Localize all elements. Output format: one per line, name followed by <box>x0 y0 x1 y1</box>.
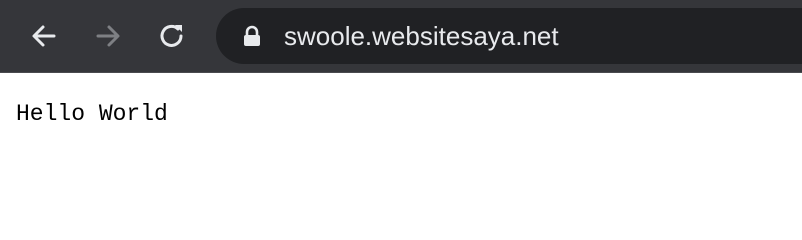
browser-toolbar: swoole.websitesaya.net <box>0 0 802 73</box>
back-arrow-icon <box>32 25 56 47</box>
reload-icon <box>160 24 183 47</box>
address-bar[interactable]: swoole.websitesaya.net <box>216 8 802 64</box>
lock-icon[interactable] <box>242 25 262 47</box>
forward-button[interactable] <box>86 14 130 58</box>
page-body-text: Hello World <box>16 101 168 127</box>
forward-arrow-icon <box>96 25 120 47</box>
reload-button[interactable] <box>150 14 194 58</box>
back-button[interactable] <box>22 14 66 58</box>
url-text[interactable]: swoole.websitesaya.net <box>284 8 559 64</box>
